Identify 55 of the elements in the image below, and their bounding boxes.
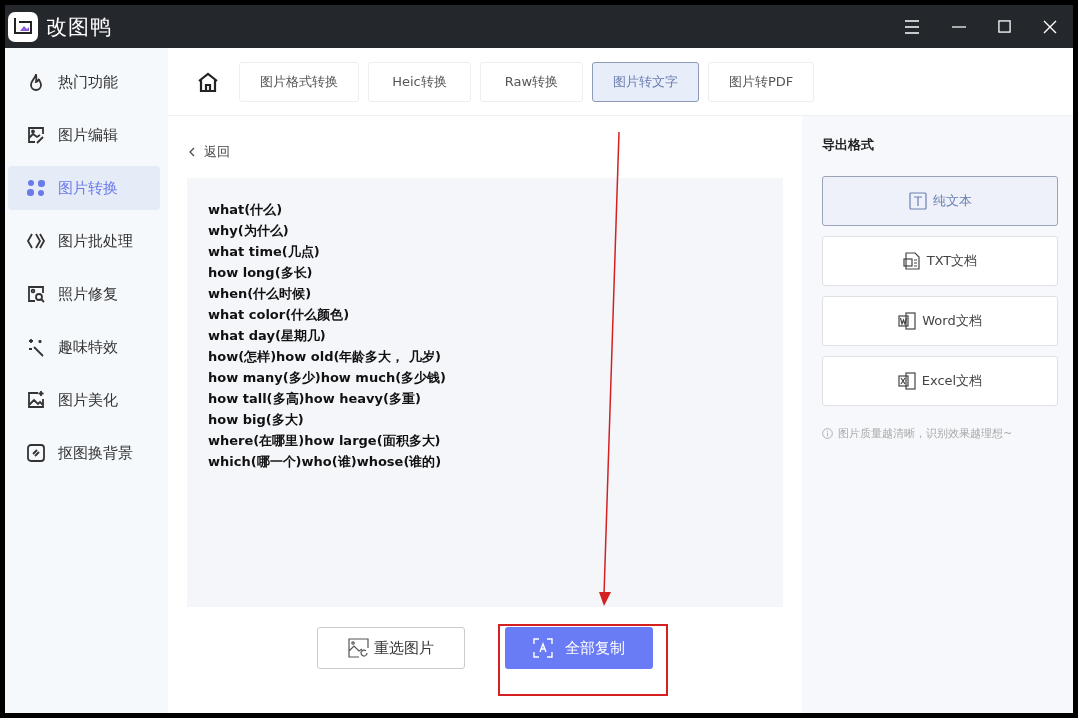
text-line: how big(多大) (208, 412, 305, 428)
tab[interactable]: Raw转换 (480, 61, 583, 102)
reselect-button[interactable]: 重选图片 (317, 627, 465, 669)
home-icon[interactable] (197, 71, 219, 92)
sidebar-item[interactable]: 图片美化 (8, 378, 160, 422)
picture-search-icon (26, 284, 46, 304)
chevrons-icon (26, 231, 46, 251)
window-title: 改图鸭 (46, 13, 112, 41)
tab[interactable]: 图片转文字 (592, 61, 699, 102)
app-logo-icon (8, 11, 38, 42)
menu-icon[interactable] (904, 18, 920, 35)
text-line: what color(什么颜色) (208, 307, 351, 323)
tip-text: 图片质量越清晰，识别效果越理想~ (838, 426, 1013, 441)
text-line: which(哪一个)who(谁)whose(谁的) (208, 454, 443, 470)
export-option[interactable]: Excel文档 (822, 356, 1058, 406)
sidebar-item[interactable]: 趣味特效 (8, 325, 160, 369)
picture-refresh-icon (348, 638, 370, 658)
export-option[interactable]: 纯文本 (822, 176, 1058, 226)
text-line: what time(几点) (208, 244, 321, 260)
text-line: why(为什么) (208, 223, 290, 239)
back-link[interactable]: 返回 (189, 144, 783, 160)
cutout-icon (26, 443, 46, 463)
sidebar-item[interactable]: 图片批处理 (8, 219, 160, 263)
minimize-icon[interactable] (952, 25, 966, 28)
text-line: how(怎样)how old(年龄多大， 几岁) (208, 349, 442, 365)
sidebar-item[interactable]: 图片编辑 (8, 113, 160, 157)
panel-title: 导出格式 (822, 136, 875, 154)
tab[interactable]: 图片转PDF (708, 61, 815, 102)
tab[interactable]: Heic转换 (368, 61, 471, 102)
maximize-icon[interactable] (998, 20, 1011, 33)
export-option[interactable]: Word文档 (822, 296, 1058, 346)
text-line: how many(多少)how much(多少钱) (208, 370, 448, 386)
close-icon[interactable] (1043, 19, 1057, 34)
text-icon (908, 192, 927, 210)
info-icon (822, 428, 833, 439)
copy-all-button[interactable]: 全部复制 (505, 627, 653, 669)
sidebar-item[interactable]: 抠图换背景 (8, 431, 160, 475)
magic-wand-icon (26, 337, 46, 357)
spreadsheet-icon (897, 372, 916, 390)
chevron-left-icon (189, 147, 195, 157)
word-document-icon (898, 312, 917, 330)
text-line: what day(星期几) (208, 328, 327, 344)
picture-sparkle-icon (26, 390, 46, 410)
text-line: how tall(多高)how heavy(多重) (208, 391, 422, 407)
text-line: how long(多长) (208, 265, 314, 281)
text-line: when(什么时候) (208, 286, 313, 302)
tab[interactable]: 图片格式转换 (239, 61, 359, 102)
text-line: where(在哪里)how large(面积多大) (208, 433, 442, 449)
export-option[interactable]: TXT文档 (822, 236, 1058, 286)
text-scan-icon (533, 638, 553, 658)
picture-pen-icon (26, 125, 46, 145)
sidebar-item[interactable]: 热门功能 (8, 60, 160, 104)
sidebar-item[interactable]: 照片修复 (8, 272, 160, 316)
text-line: what(什么) (208, 202, 284, 218)
document-icon (902, 252, 921, 270)
